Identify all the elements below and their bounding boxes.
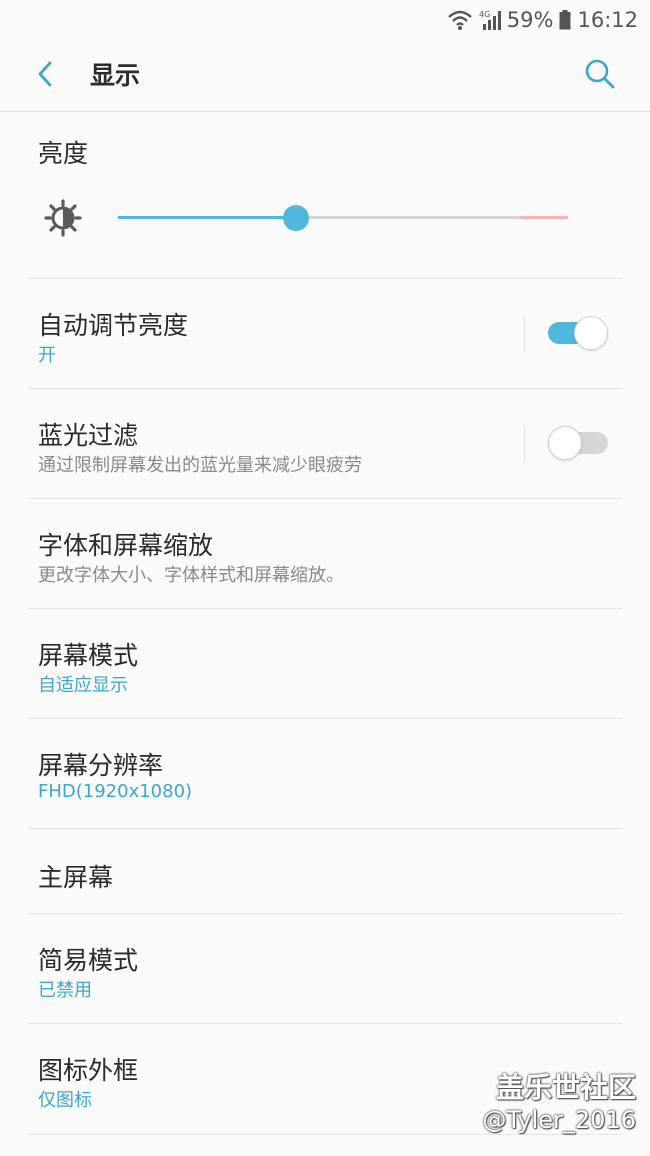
divider	[28, 1023, 622, 1024]
wifi-icon	[447, 9, 473, 31]
divider	[28, 718, 622, 719]
divider	[28, 498, 622, 499]
divider	[28, 388, 622, 389]
item-subtitle: 更改字体大小、字体样式和屏幕缩放。	[38, 565, 344, 586]
slider-high-brightness-zone	[520, 216, 568, 219]
item-title: 蓝光过滤	[38, 421, 139, 450]
item-subtitle: 通过限制屏幕发出的蓝光量来减少眼疲劳	[38, 455, 362, 476]
item-title: 屏幕模式	[38, 641, 139, 670]
watermark-community: 盖乐世社区	[495, 1071, 636, 1104]
brightness-sun-icon	[44, 199, 82, 237]
list-item-auto-brightness[interactable]: 自动调节亮度 开	[0, 288, 650, 388]
item-subtitle: FHD(1920x1080)	[38, 781, 193, 802]
status-bar: 4G 59% 16:12	[0, 0, 650, 40]
list-item-screen-resolution[interactable]: 屏幕分辨率 FHD(1920x1080)	[0, 728, 650, 828]
blue-light-filter-toggle[interactable]	[548, 426, 608, 460]
page-title: 显示	[90, 61, 141, 90]
item-title: 自动调节亮度	[38, 311, 189, 340]
search-icon	[584, 58, 616, 94]
search-button[interactable]	[580, 56, 620, 96]
item-title: 主屏幕	[38, 863, 114, 892]
divider	[28, 278, 622, 279]
item-subtitle: 仅图标	[38, 1090, 92, 1111]
list-item-font-zoom[interactable]: 字体和屏幕缩放 更改字体大小、字体样式和屏幕缩放。	[0, 508, 650, 608]
item-subtitle: 自适应显示	[38, 675, 128, 696]
brightness-slider[interactable]	[118, 204, 568, 232]
signal-icon: 4G	[479, 9, 501, 31]
clock: 16:12	[577, 8, 638, 32]
slider-thumb[interactable]	[283, 205, 309, 231]
list-item-screen-mode[interactable]: 屏幕模式 自适应显示	[0, 618, 650, 718]
item-title: 简易模式	[38, 946, 139, 975]
list-item-home-screen[interactable]: 主屏幕	[0, 838, 650, 914]
network-type-label: 4G	[479, 10, 490, 19]
vertical-separator	[524, 426, 525, 462]
divider	[28, 1134, 622, 1135]
item-title: 屏幕分辨率	[38, 751, 164, 780]
back-button[interactable]	[28, 58, 62, 94]
item-title: 字体和屏幕缩放	[38, 531, 214, 560]
toggle-knob	[574, 316, 608, 350]
watermark-author: @Tyler_2016	[482, 1106, 636, 1134]
item-subtitle: 开	[38, 345, 56, 366]
list-item-easy-mode[interactable]: 简易模式 已禁用	[0, 923, 650, 1023]
battery-percent: 59%	[506, 8, 554, 32]
divider	[28, 608, 622, 609]
back-arrow-icon	[35, 60, 55, 92]
brightness-title: 亮度	[38, 139, 89, 168]
slider-fill	[118, 216, 296, 219]
auto-brightness-toggle[interactable]	[548, 316, 608, 350]
divider	[28, 828, 622, 829]
battery-icon	[559, 10, 571, 30]
toggle-knob	[548, 426, 582, 460]
item-subtitle: 已禁用	[38, 980, 92, 1001]
divider	[28, 913, 622, 914]
list-item-blue-light-filter[interactable]: 蓝光过滤 通过限制屏幕发出的蓝光量来减少眼疲劳	[0, 398, 650, 498]
vertical-separator	[524, 316, 525, 352]
item-title: 图标外框	[38, 1056, 139, 1085]
app-bar: 显示	[0, 40, 650, 112]
